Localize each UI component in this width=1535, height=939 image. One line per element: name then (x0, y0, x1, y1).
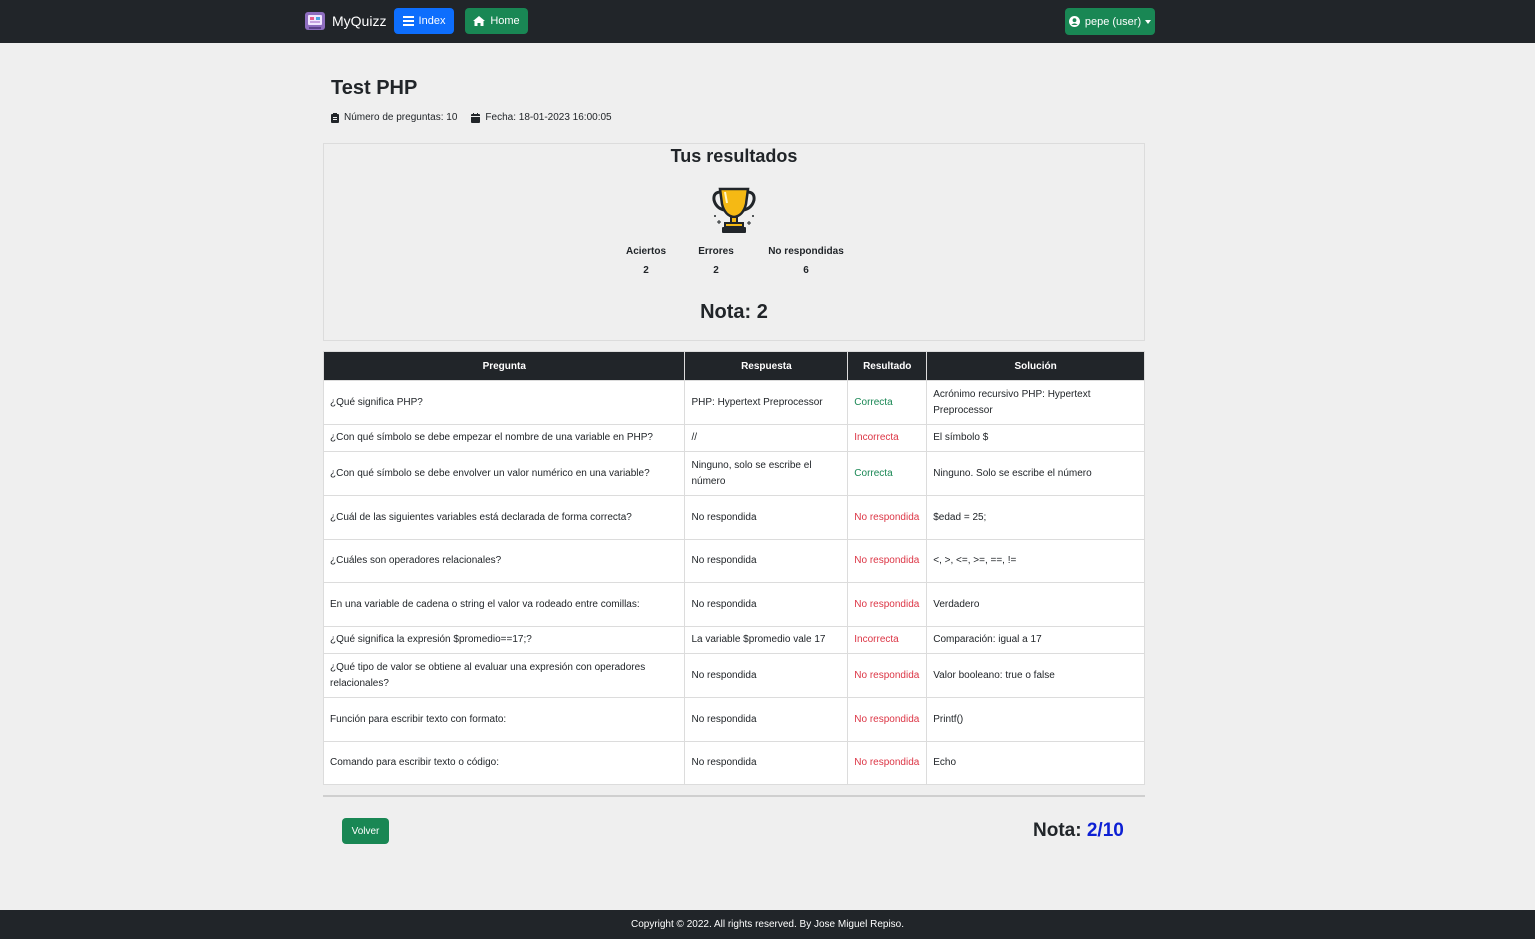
divider (323, 795, 1145, 797)
table-header-row: Pregunta Respuesta Resultado Solución (322, 351, 1145, 381)
page-title: Test PHP (331, 77, 418, 99)
question-cell: ¿Con qué símbolo se debe empezar el nomb… (322, 424, 686, 452)
home-icon (473, 16, 486, 26)
errores-value: 2 (713, 265, 719, 276)
question-cell: ¿Cuál de las siguientes variables está d… (322, 495, 686, 540)
home-button[interactable]: Home (465, 8, 528, 34)
solution-cell: El símbolo $ (926, 424, 1145, 452)
question-cell: ¿Cuáles son operadores relacionales? (322, 539, 686, 583)
clipboard-icon (331, 112, 339, 123)
table-row: ¿Qué significa PHP? PHP: Hypertext Prepr… (322, 380, 1145, 425)
table-row: ¿Qué tipo de valor se obtiene al evaluar… (322, 653, 1145, 698)
user-label: pepe (user) (1084, 15, 1142, 28)
no-respondidas-value: 6 (803, 265, 809, 276)
results-title: Tus resultados (670, 146, 798, 166)
table-row: ¿Cuáles son operadores relacionales? No … (322, 539, 1145, 583)
calendar-icon (471, 112, 481, 123)
question-cell: ¿Qué significa PHP? (322, 380, 686, 425)
index-button[interactable]: Index (394, 8, 454, 34)
question-cell: Comando para escribir texto o código: (322, 741, 686, 785)
table-row: En una variable de cadena o string el va… (322, 582, 1145, 627)
solution-cell: $edad = 25; (926, 495, 1145, 540)
col-header-solucion: Solución (926, 351, 1145, 381)
final-score: Nota: 2/10 (1033, 820, 1124, 842)
answer-cell: No respondida (684, 539, 849, 583)
result-cell: Correcta (847, 451, 928, 496)
question-cell: ¿Qué significa la expresión $promedio==1… (322, 626, 686, 654)
result-cell: No respondida (847, 582, 928, 627)
trophy-icon (711, 186, 757, 239)
answer-cell: // (684, 424, 849, 452)
result-cell: Incorrecta (847, 424, 928, 452)
quiz-date: Fecha: 18-01-2023 16:00:05 (485, 112, 612, 123)
footer: Copyright © 2022. All rights reserved. B… (0, 910, 1535, 939)
footer-copyright: Copyright © 2022. All rights reserved. B… (630, 919, 905, 930)
col-header-respuesta: Respuesta (684, 351, 849, 381)
result-cell: No respondida (847, 741, 928, 785)
result-cell: No respondida (847, 539, 928, 583)
answer-cell: No respondida (684, 653, 849, 698)
answer-cell: Ninguno, solo se escribe el número (684, 451, 849, 496)
stat-errores: Errores 2 (696, 246, 736, 276)
num-questions: Número de preguntas: 10 (344, 112, 458, 123)
user-circle-icon (1068, 16, 1080, 27)
solution-cell: Echo (926, 741, 1145, 785)
table-row: ¿Qué significa la expresión $promedio==1… (322, 626, 1145, 654)
answer-cell: No respondida (684, 697, 849, 742)
navbar: MyQuizz Index Home pepe (user) (0, 0, 1535, 43)
aciertos-value: 2 (643, 265, 649, 276)
table-row: ¿Con qué símbolo se debe empezar el nomb… (322, 424, 1145, 452)
brand-name: MyQuizz (332, 13, 387, 29)
final-score-label: Nota: (1033, 820, 1082, 841)
table-row: Función para escribir texto con formato:… (322, 697, 1145, 742)
stat-no-respondidas: No respondidas 6 (764, 246, 848, 276)
table-row: Comando para escribir texto o código: No… (322, 741, 1145, 785)
answer-cell: La variable $promedio vale 17 (684, 626, 849, 654)
volver-button[interactable]: Volver (342, 818, 389, 844)
col-header-resultado: Resultado (847, 351, 928, 381)
result-cell: Incorrecta (847, 626, 928, 654)
stat-aciertos: Aciertos 2 (624, 246, 668, 276)
home-label: Home (490, 15, 520, 27)
result-cell: No respondida (847, 495, 928, 540)
solution-cell: Ninguno. Solo se escribe el número (926, 451, 1145, 496)
solution-cell: Acrónimo recursivo PHP: Hypertext Prepro… (926, 380, 1145, 425)
nota-summary: Nota: 2 (700, 301, 768, 323)
question-cell: ¿Qué tipo de valor se obtiene al evaluar… (322, 653, 686, 698)
index-label: Index (418, 15, 446, 27)
results-card: Tus resultados Aciertos 2 Errores 2 No r… (323, 143, 1145, 341)
solution-cell: Verdadero (926, 582, 1145, 627)
solution-cell: Valor booleano: true o false (926, 653, 1145, 698)
aciertos-label: Aciertos (625, 246, 666, 257)
solution-cell: <, >, <=, >=, ==, != (926, 539, 1145, 583)
table-row: ¿Con qué símbolo se debe envolver un val… (322, 451, 1145, 496)
quiz-meta: Número de preguntas: 10 Fecha: 18-01-202… (331, 112, 612, 123)
chevron-down-icon (1145, 19, 1152, 24)
list-icon (402, 16, 414, 26)
final-score-value: 2/10 (1086, 820, 1124, 841)
solution-cell: Comparación: igual a 17 (926, 626, 1145, 654)
solution-cell: Printf() (926, 697, 1145, 742)
answer-cell: PHP: Hypertext Preprocessor (684, 380, 849, 425)
answer-cell: No respondida (684, 495, 849, 540)
answer-cell: No respondida (684, 741, 849, 785)
results-table: Pregunta Respuesta Resultado Solución ¿Q… (322, 351, 1145, 785)
result-cell: No respondida (847, 697, 928, 742)
question-cell: Función para escribir texto con formato: (322, 697, 686, 742)
user-menu-button[interactable]: pepe (user) (1065, 8, 1155, 35)
answer-cell: No respondida (684, 582, 849, 627)
col-header-pregunta: Pregunta (322, 351, 686, 381)
result-cell: Correcta (847, 380, 928, 425)
brand-link[interactable]: MyQuizz (303, 9, 386, 33)
table-row: ¿Cuál de las siguientes variables está d… (322, 495, 1145, 540)
no-respondidas-label: No respondidas (768, 246, 844, 257)
quiz-logo-icon (303, 9, 327, 33)
errores-label: Errores (698, 246, 734, 257)
result-cell: No respondida (847, 653, 928, 698)
question-cell: ¿Con qué símbolo se debe envolver un val… (322, 451, 686, 496)
question-cell: En una variable de cadena o string el va… (322, 582, 686, 627)
